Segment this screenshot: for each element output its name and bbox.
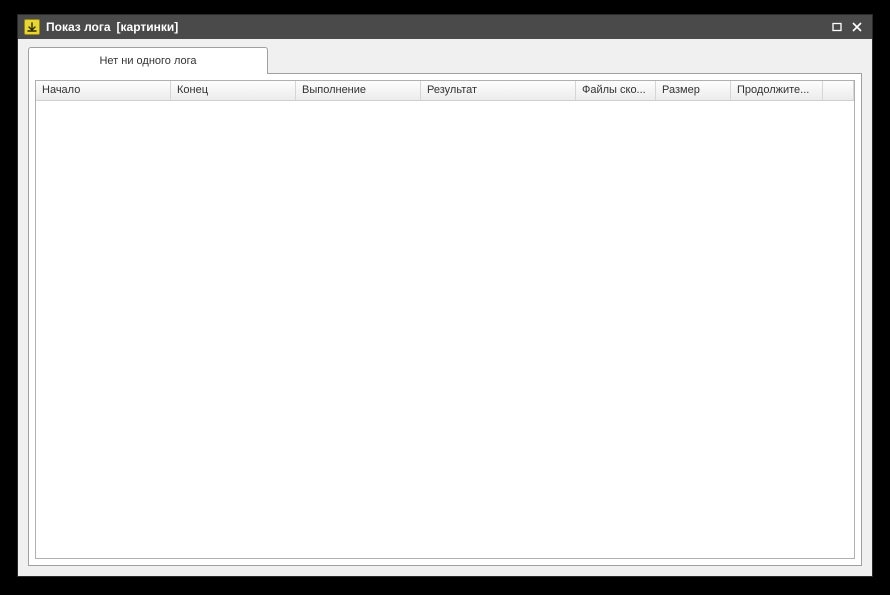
client-area: Нет ни одного лога Начало Конец Выполнен… xyxy=(18,39,872,576)
window-title-context: [картинки] xyxy=(117,20,179,34)
column-header-start[interactable]: Начало xyxy=(36,81,171,100)
close-button[interactable] xyxy=(848,19,866,35)
window-title: Показ лога xyxy=(46,20,111,34)
column-header-result[interactable]: Результат xyxy=(421,81,576,100)
tabs-row: Нет ни одного лога xyxy=(28,47,862,73)
column-header-duration[interactable]: Продолжите... xyxy=(731,81,823,100)
column-header-size[interactable]: Размер xyxy=(656,81,731,100)
app-icon xyxy=(24,19,40,35)
tab-label: Нет ни одного лога xyxy=(99,55,196,67)
column-header-files[interactable]: Файлы ско... xyxy=(576,81,656,100)
maximize-button[interactable] xyxy=(828,19,846,35)
window: Показ лога [картинки] Нет ни одного лога… xyxy=(17,14,873,577)
column-header-end[interactable]: Конец xyxy=(171,81,296,100)
list-body[interactable] xyxy=(36,101,854,558)
column-header-extra[interactable] xyxy=(823,81,854,100)
titlebar[interactable]: Показ лога [картинки] xyxy=(18,15,872,39)
tab-panel: Начало Конец Выполнение Результат Файлы … xyxy=(28,73,862,566)
tab-no-log[interactable]: Нет ни одного лога xyxy=(28,47,268,74)
list-header: Начало Конец Выполнение Результат Файлы … xyxy=(36,81,854,101)
outer-frame: Показ лога [картинки] Нет ни одного лога… xyxy=(0,0,890,595)
log-list-view[interactable]: Начало Конец Выполнение Результат Файлы … xyxy=(35,80,855,559)
column-header-execution[interactable]: Выполнение xyxy=(296,81,421,100)
